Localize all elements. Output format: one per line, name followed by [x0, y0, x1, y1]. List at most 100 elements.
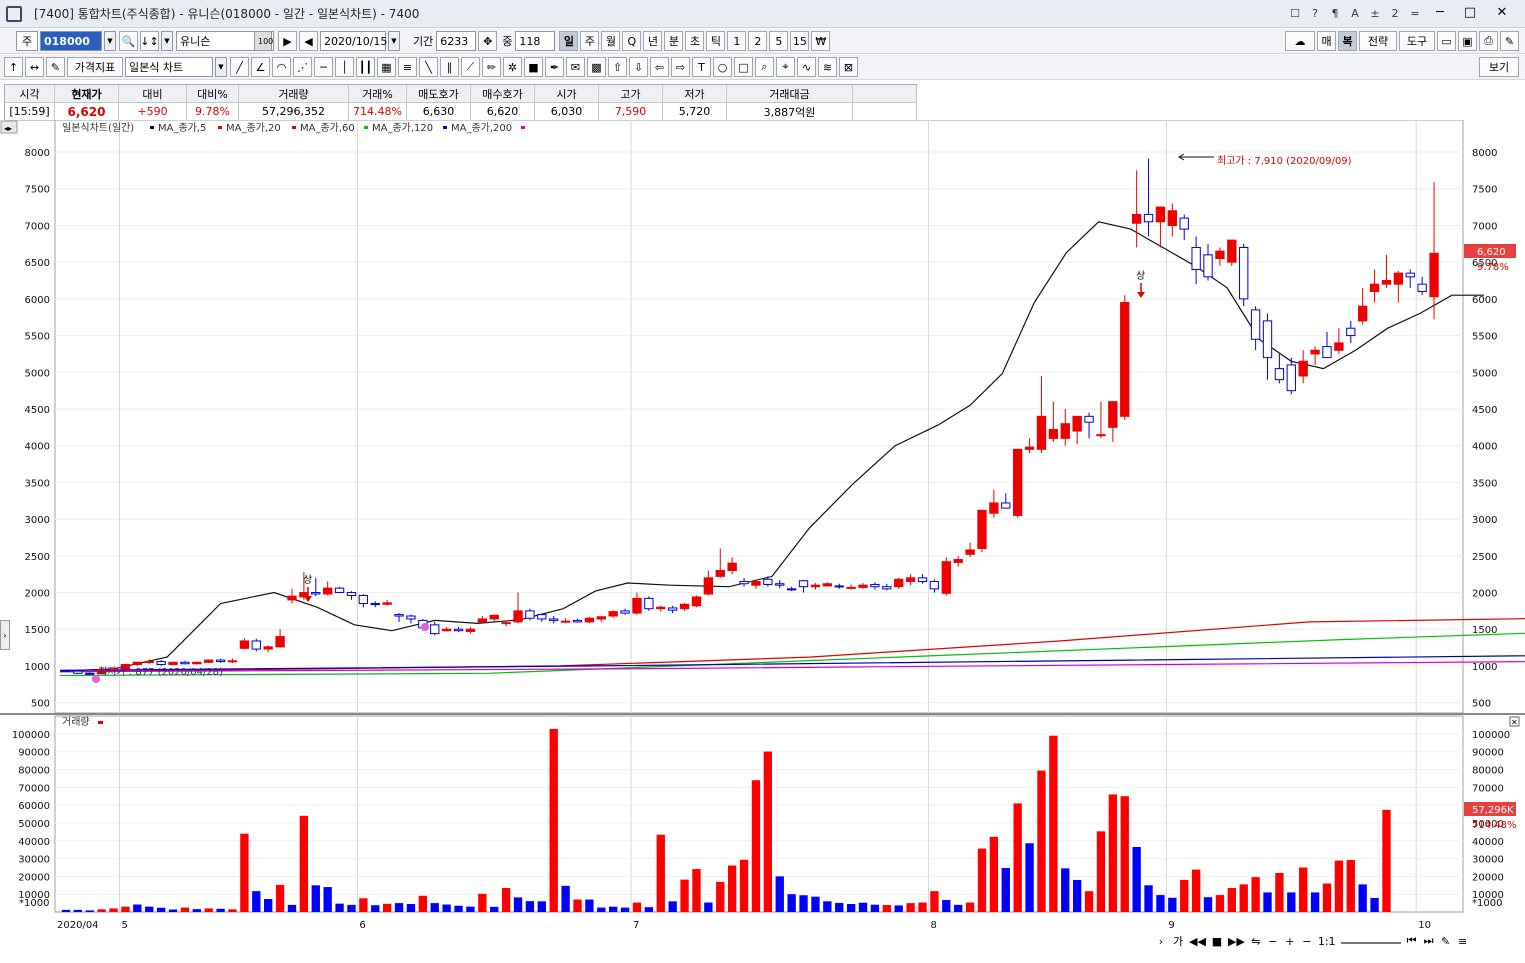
chart-menu-icon[interactable]: ≡: [1457, 935, 1469, 948]
sort-icon[interactable]: ↓↕: [140, 31, 159, 51]
fast-forward-icon[interactable]: ▶▶: [1228, 935, 1245, 948]
interval-1-button[interactable]: 1: [727, 31, 747, 51]
close-icon[interactable]: ✕: [1489, 4, 1515, 22]
minimize-icon[interactable]: ─: [1429, 4, 1451, 22]
arrow-down-icon[interactable]: ⇩: [629, 57, 648, 77]
scroll-up-icon[interactable]: ↑: [4, 57, 23, 77]
maximize-icon[interactable]: □: [1459, 4, 1481, 22]
period-input[interactable]: 6233: [436, 31, 477, 51]
market-selector[interactable]: 주: [16, 31, 38, 51]
pin-icon[interactable]: ☐: [1289, 7, 1301, 20]
delete-drawing-icon[interactable]: ⊠: [839, 57, 858, 77]
font-button[interactable]: A: [1349, 7, 1361, 20]
buy-sell-button[interactable]: 매: [1317, 31, 1336, 51]
period-monthly-button[interactable]: 월: [601, 31, 621, 51]
multi-button[interactable]: 복: [1338, 31, 1357, 51]
arrow-up-icon[interactable]: ⇧: [608, 57, 627, 77]
paragraph-button[interactable]: ¶: [1329, 7, 1341, 20]
parallel-icon[interactable]: ∥: [440, 57, 459, 77]
help-button[interactable]: ?: [1309, 7, 1321, 20]
expand-icon[interactable]: ↔: [25, 57, 44, 77]
magic-icon[interactable]: ✲: [503, 57, 522, 77]
fibonacci-icon[interactable]: ≡: [398, 57, 417, 77]
next-arrow-icon[interactable]: ▶: [278, 31, 297, 51]
rewind-icon[interactable]: ◀◀: [1189, 935, 1206, 948]
currency-button[interactable]: ₩: [811, 31, 831, 51]
date-input[interactable]: 2020/10/15: [320, 31, 387, 51]
zoom-ratio[interactable]: 1:1: [1318, 935, 1336, 948]
regression-icon[interactable]: ⟋: [461, 57, 480, 77]
stock-chart[interactable]: ◂▸ 500 500 1000 1000 1500 1500 2000 2000 2500 250…: [0, 119, 1525, 963]
period-quarter-button[interactable]: Q: [622, 31, 642, 51]
last-page-icon[interactable]: ⏭: [1423, 934, 1435, 948]
grid-icon[interactable]: ▦: [377, 57, 396, 77]
interval-15-button[interactable]: 15: [790, 31, 810, 51]
stop-icon[interactable]: ■: [1211, 935, 1223, 948]
chart-area[interactable]: ◂▸ 500 500 1000 1000 1500 1500 2000 2000 2500 250…: [0, 119, 1525, 963]
folder-icon[interactable]: ▭: [1437, 31, 1456, 51]
move-icon[interactable]: ✥: [478, 31, 498, 51]
trendline-icon[interactable]: ╱: [230, 57, 249, 77]
color-icon[interactable]: ■: [524, 57, 543, 77]
arc-icon[interactable]: ◠: [272, 57, 291, 77]
prev-arrow-icon[interactable]: ◀: [299, 31, 318, 51]
price-indicator-button[interactable]: 가격지표: [67, 57, 123, 77]
channel-icon[interactable]: ╲: [419, 57, 438, 77]
stock-code-dropdown-icon[interactable]: ▼: [104, 31, 116, 51]
view-button[interactable]: 보기: [1479, 57, 1519, 77]
tools-button[interactable]: 도구: [1399, 31, 1435, 51]
zoom-icon[interactable]: ⌕: [755, 57, 774, 77]
interval-5-button[interactable]: 5: [769, 31, 789, 51]
chart-type-select[interactable]: 일본식 차트: [125, 57, 213, 77]
rectangle-icon[interactable]: □: [734, 57, 753, 77]
crosshair-icon[interactable]: ⌖: [776, 57, 795, 77]
text-icon[interactable]: T: [692, 57, 711, 77]
horizontal-line-icon[interactable]: ─: [314, 57, 333, 77]
volume-bar: [1096, 831, 1106, 912]
period-weekly-button[interactable]: 주: [580, 31, 600, 51]
period-yearly-button[interactable]: 년: [643, 31, 663, 51]
arrow-left-icon[interactable]: ⇦: [650, 57, 669, 77]
zoom-in-icon[interactable]: +: [1284, 935, 1296, 948]
pen-icon[interactable]: ✒: [545, 57, 564, 77]
cycle-line-icon[interactable]: ┃┃: [356, 57, 375, 77]
edit-icon[interactable]: ✎: [46, 57, 65, 77]
stock-code-input[interactable]: 018000: [40, 31, 102, 51]
period-minute-button[interactable]: 분: [664, 31, 684, 51]
circle-icon[interactable]: ○: [713, 57, 732, 77]
note-icon[interactable]: ✉: [566, 57, 585, 77]
strategy-button[interactable]: 전략: [1359, 31, 1397, 51]
plus-minus-button[interactable]: ±: [1369, 7, 1381, 20]
zoom-reset-icon[interactable]: −: [1301, 935, 1313, 948]
chart-edit-icon[interactable]: ✎: [1440, 935, 1452, 948]
angle-line-icon[interactable]: ∠: [251, 57, 270, 77]
pencil-icon[interactable]: ✏: [482, 57, 501, 77]
image-icon[interactable]: ▩: [587, 57, 606, 77]
save-icon[interactable]: ▣: [1458, 31, 1477, 51]
arrow-right-icon[interactable]: ⇨: [671, 57, 690, 77]
count-input[interactable]: 118: [515, 31, 556, 51]
settings-icon[interactable]: ✎: [1500, 31, 1519, 51]
candle-settings-icon[interactable]: ⇋: [1250, 935, 1262, 948]
cloud-icon[interactable]: ☁: [1285, 31, 1315, 51]
print-icon[interactable]: ⎙: [1479, 31, 1498, 51]
search-icon[interactable]: 🔍: [119, 31, 138, 51]
date-dropdown-icon[interactable]: ▼: [388, 31, 400, 51]
screen-number-button[interactable]: 2: [1389, 7, 1401, 20]
period-second-button[interactable]: 초: [685, 31, 705, 51]
period-tick-button[interactable]: 틱: [706, 31, 726, 51]
wave-icon[interactable]: ∿: [797, 57, 816, 77]
zigzag-icon[interactable]: ≋: [818, 57, 837, 77]
period-daily-button[interactable]: 일: [559, 31, 579, 51]
interval-2-button[interactable]: 2: [748, 31, 768, 51]
zoom-slider[interactable]: [1340, 938, 1401, 944]
left-collapse-tab[interactable]: ›: [0, 620, 10, 650]
chart-type-dropdown-icon[interactable]: ▼: [215, 57, 227, 77]
nav-scroll-right-icon[interactable]: ›: [1155, 935, 1167, 948]
fan-line-icon[interactable]: ⋰: [293, 57, 312, 77]
sort-dropdown-icon[interactable]: ▼: [161, 31, 173, 51]
zoom-out-icon[interactable]: −: [1267, 935, 1279, 948]
menu-button[interactable]: =: [1409, 7, 1421, 20]
vertical-line-icon[interactable]: │: [335, 57, 354, 77]
first-page-icon[interactable]: ⏮: [1406, 934, 1418, 948]
